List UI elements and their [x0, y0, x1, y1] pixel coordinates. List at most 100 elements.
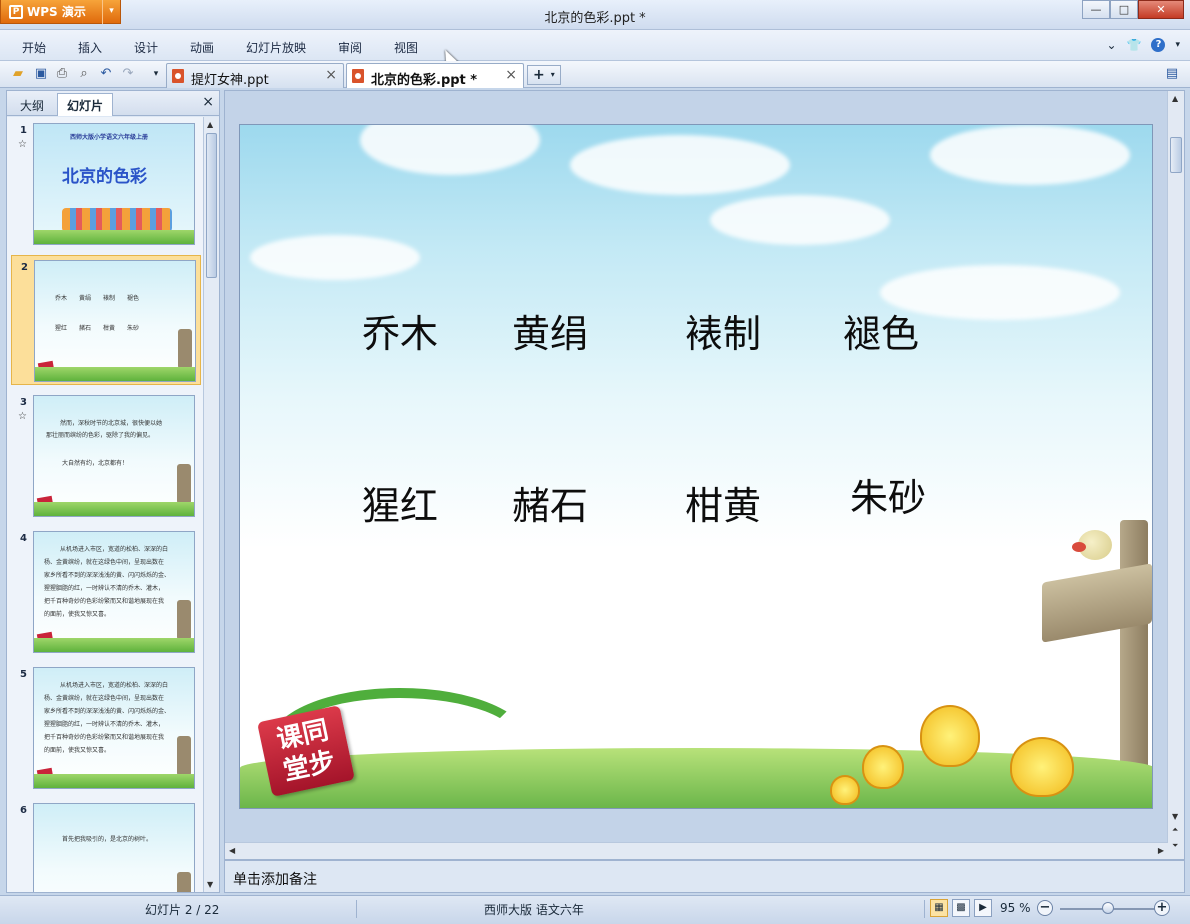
thumbnail-image: 首先把我吸引的，是北京的树叶。	[33, 803, 195, 892]
help-icon[interactable]: ?	[1151, 38, 1166, 52]
vocab-word[interactable]: 猩红	[362, 475, 438, 530]
signpost-decoration	[177, 464, 191, 504]
close-button[interactable]: ✕	[1138, 0, 1184, 19]
thumbnail-text: 家乡所看不到的深深浅浅的黄、闪闪烁烁的金、	[44, 708, 171, 715]
tab-slides[interactable]: 幻灯片	[57, 93, 114, 116]
menu-review[interactable]: 审阅	[338, 39, 362, 56]
menu-bar: 开始 插入 设计 动画 幻灯片放映 审阅 视图 ⌄ 👕 ? ▾	[0, 30, 1190, 61]
normal-view-icon[interactable]: ▦	[930, 899, 948, 917]
scroll-down-icon[interactable]: ▼	[207, 880, 213, 889]
slide-number: 5	[20, 669, 27, 680]
undo-icon[interactable]: ↶	[98, 66, 114, 82]
plus-icon: +	[533, 67, 545, 83]
slide-thumbnail-5[interactable]: 5 从机场进入市区，宽道的松柏、深深的白 杨、金黄缤纷，就在这绿色中间，呈现出数…	[11, 663, 201, 793]
customize-dropdown-icon[interactable]: ▾	[148, 66, 164, 82]
title-bar: P WPS 演示 ▾ 北京的色彩.ppt * — □ ✕	[0, 0, 1190, 30]
vocab-word[interactable]: 裱制	[685, 303, 761, 358]
ppt-file-icon	[172, 69, 184, 83]
scroll-down-icon[interactable]: ▼	[1172, 812, 1178, 821]
tab-document-2[interactable]: 北京的色彩.ppt * ×	[346, 63, 524, 88]
thumbnail-text: 从机场进入市区，宽道的松柏、深深的白	[60, 546, 169, 553]
tab-outline[interactable]: 大纲	[10, 93, 54, 116]
cloud-decoration	[360, 125, 540, 175]
slide-thumbnail-3[interactable]: 3 ☆ 然而，深秋时节的北京城，很快便以她 那壮丽而缤纷的色彩，驱除了我的偏见。…	[11, 391, 201, 521]
thumbnail-text: 的面前，使我又惊又喜。	[44, 611, 111, 618]
flower-decoration	[920, 705, 980, 767]
print-icon[interactable]: ⎙	[54, 66, 70, 82]
slide-counter: 幻灯片 2 / 22	[145, 903, 220, 917]
slides-pane: 大纲 幻灯片 × 1 ☆ 西师大版小学语文六年级上册 北京的色彩 2 乔木 黄绢…	[6, 90, 220, 893]
menu-insert[interactable]: 插入	[78, 39, 102, 56]
zoom-in-button[interactable]: +	[1154, 900, 1170, 916]
new-tab-button[interactable]: + ▾	[527, 65, 561, 85]
signpost-decoration	[177, 736, 191, 776]
thumbnail-text: 然而，深秋时节的北京城，很快便以她	[60, 420, 163, 427]
pane-tabs: 大纲 幻灯片 ×	[7, 91, 219, 116]
ppt-file-icon	[352, 69, 364, 83]
open-folder-icon[interactable]: ▰	[10, 66, 26, 82]
notes-pane[interactable]: 单击添加备注	[224, 860, 1185, 893]
slide-sorter-icon[interactable]: ▩	[952, 899, 970, 917]
vocab-word[interactable]: 赭石	[512, 475, 588, 530]
thumbnail-text: 的面前，使我又惊又喜。	[44, 747, 111, 754]
zoom-out-button[interactable]: −	[1037, 900, 1053, 916]
scroll-left-icon[interactable]: ◀	[229, 846, 235, 855]
shirt-skin-icon[interactable]: 👕	[1127, 38, 1142, 52]
print-preview-icon[interactable]: ⌕	[76, 66, 92, 82]
notes-placeholder[interactable]: 单击添加备注	[233, 869, 317, 889]
slide-number: 2	[21, 262, 28, 273]
grass-decoration	[35, 367, 195, 381]
cloud-decoration	[250, 235, 420, 280]
menu-home[interactable]: 开始	[22, 39, 46, 56]
vocab-word[interactable]: 黄绢	[512, 303, 588, 358]
tab-document-1[interactable]: 提灯女神.ppt ×	[166, 63, 344, 88]
menu-design[interactable]: 设计	[134, 39, 158, 56]
redo-icon[interactable]: ↷	[120, 66, 136, 82]
scroll-up-icon[interactable]: ▲	[1172, 94, 1178, 103]
flower-decoration	[862, 745, 904, 789]
bird-decoration	[1072, 530, 1112, 560]
thumbnail-image: 从机场进入市区，宽道的松柏、深深的白 杨、金黄缤纷，就在这绿色中间，呈现出数在 …	[33, 667, 195, 789]
previous-slide-icon[interactable]: ⏶	[1172, 825, 1178, 835]
scroll-right-icon[interactable]: ▶	[1158, 846, 1164, 855]
vocab-word[interactable]: 乔木	[362, 303, 438, 358]
save-icon[interactable]: ▣	[33, 66, 49, 82]
zoom-slider-handle[interactable]	[1101, 902, 1114, 914]
pane-close-icon[interactable]: ×	[202, 94, 214, 110]
tab-close-icon[interactable]: ×	[505, 67, 517, 83]
tab-label: 提灯女神.ppt	[191, 73, 269, 88]
signpost-decoration	[177, 872, 191, 892]
slide-thumbnail-6[interactable]: 6 首先把我吸引的，是北京的树叶。	[11, 799, 201, 892]
minimize-button[interactable]: —	[1082, 0, 1110, 19]
chevron-down-icon[interactable]: ▾	[1175, 40, 1180, 50]
scrollbar-thumb[interactable]	[206, 133, 217, 278]
slide-thumbnail-2[interactable]: 2 乔木 黄绢 裱制 褪色 猩红 赭石 柑黄 朱砂	[11, 255, 201, 385]
menu-animation[interactable]: 动画	[190, 39, 214, 56]
slide-thumbnail-1[interactable]: 1 ☆ 西师大版小学语文六年级上册 北京的色彩	[11, 119, 201, 249]
vertical-scrollbar[interactable]: ▲ ▼ ⏶ ⏷	[1167, 91, 1184, 859]
scrollbar-thumb[interactable]	[1170, 137, 1182, 173]
slide-number: 4	[20, 533, 27, 544]
template-name: 西师大版 语文六年	[484, 903, 584, 917]
horizontal-scrollbar[interactable]: ◀ ▶	[225, 842, 1168, 859]
menu-view[interactable]: 视图	[394, 39, 418, 56]
vocab-word[interactable]: 褪色	[843, 303, 919, 358]
scroll-up-icon[interactable]: ▲	[207, 120, 213, 129]
thumbnail-text: 猩猩胭脂的红，一时辨认不清的乔木、灌木，	[44, 721, 165, 728]
vocab-word[interactable]: 朱砂	[850, 467, 926, 522]
vocab-word[interactable]: 柑黄	[685, 475, 761, 530]
menu-slideshow[interactable]: 幻灯片放映	[246, 39, 306, 56]
thumbnail-scrollbar[interactable]: ▲ ▼	[203, 117, 219, 892]
current-slide[interactable]: 乔木 黄绢 裱制 褪色 猩红 赭石 柑黄 朱砂 课同 堂步	[239, 124, 1153, 809]
thumbnail-title: 北京的色彩	[62, 167, 147, 187]
maximize-button[interactable]: □	[1110, 0, 1138, 19]
slide-thumbnail-4[interactable]: 4 从机场进入市区，宽道的松柏、深深的白 杨、金黄缤纷，就在这绿色中间，呈现出数…	[11, 527, 201, 657]
status-divider	[356, 900, 357, 918]
zoom-level[interactable]: 95 %	[1000, 901, 1031, 915]
tab-close-icon[interactable]: ×	[325, 67, 337, 83]
chevron-down-icon[interactable]: ⌄	[1106, 38, 1116, 52]
slide-number: 6	[20, 805, 27, 816]
layout-toggle-icon[interactable]: ▤	[1164, 66, 1180, 82]
slideshow-icon[interactable]: ▶	[974, 899, 992, 917]
next-slide-icon[interactable]: ⏷	[1172, 841, 1178, 851]
